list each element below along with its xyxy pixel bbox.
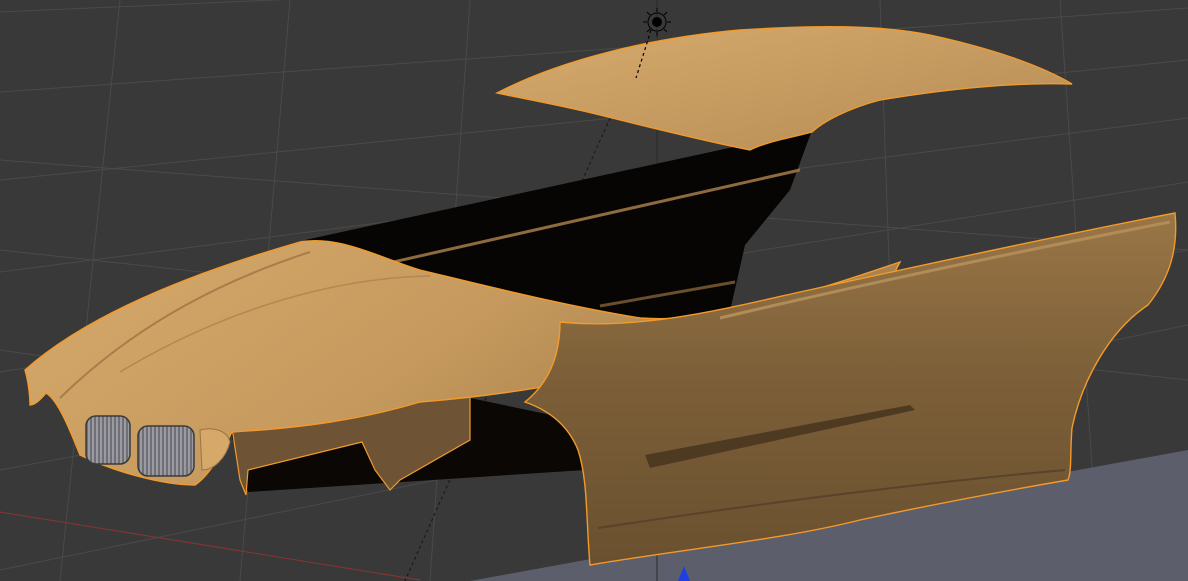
grille-left	[85, 415, 131, 465]
viewport-scene[interactable]	[0, 0, 1188, 581]
grille-right	[137, 425, 195, 477]
headlight-right	[199, 428, 231, 471]
3d-viewport[interactable]	[0, 0, 1188, 581]
roof	[494, 26, 1073, 151]
x-axis-line	[0, 511, 421, 581]
